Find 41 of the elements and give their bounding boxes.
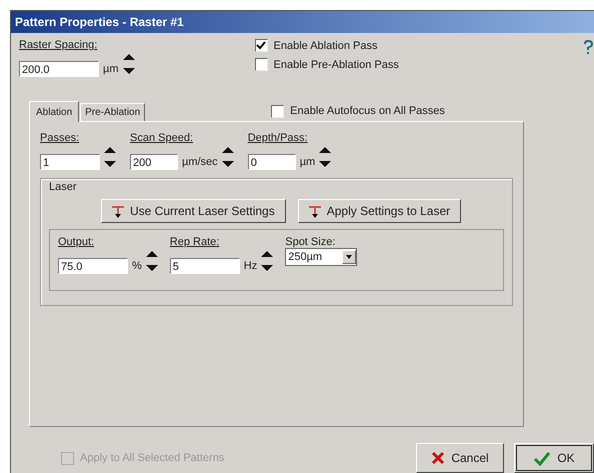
field-label: Raster Spacing: (19, 39, 98, 51)
input-field[interactable]: 75.0 (58, 258, 128, 274)
input-field[interactable]: 1 (40, 154, 100, 170)
field-label: Depth/Pass: (248, 132, 308, 144)
checkbox-label: Enable Pre-Ablation Pass (274, 58, 399, 70)
checkbox[interactable] (254, 58, 268, 71)
group-title: Laser (49, 180, 78, 193)
dropdown-value: 250µm (288, 250, 322, 263)
cancel-button[interactable]: Cancel (416, 443, 504, 473)
checkmark-icon (533, 450, 552, 466)
arrow-icon (308, 204, 321, 218)
laser-settings-button[interactable]: Apply Settings to Laser (298, 198, 462, 223)
checkbox-label: Enable Ablation Pass (274, 40, 378, 52)
field-label: Output: (58, 236, 94, 248)
arrow-icon (112, 204, 124, 218)
unit-label: µm (103, 63, 119, 77)
input-field[interactable]: 0 (248, 154, 296, 170)
laser-settings-button[interactable]: Use Current Laser Settings (101, 198, 286, 223)
unit-label: µm (300, 156, 316, 170)
unit-label: Hz (244, 260, 258, 274)
tab[interactable]: Pre-Ablation (80, 102, 146, 121)
field-label: Rep Rate: (170, 236, 220, 248)
input-field[interactable]: 200.0 (19, 61, 99, 77)
spinner-arrows-icon[interactable] (122, 51, 135, 77)
tab[interactable]: Ablation (29, 100, 80, 122)
ok-button[interactable]: OK (514, 443, 594, 473)
field-label: Scan Speed: (130, 132, 193, 144)
window-title: Pattern Properties - Raster #1 (11, 11, 594, 33)
checkbox-label: Enable Autofocus on All Passes (290, 105, 445, 118)
cross-icon (431, 451, 446, 465)
dropdown[interactable]: 250µm (285, 248, 358, 266)
unit-label: % (132, 260, 142, 274)
checkbox[interactable] (254, 39, 268, 52)
field-label: Passes: (40, 132, 80, 144)
help-icon[interactable] (582, 39, 594, 55)
unit-label: µm/sec (182, 156, 218, 170)
input-field[interactable]: 200 (130, 154, 178, 170)
input-field[interactable]: 5 (170, 258, 240, 274)
field-label: Spot Size: (285, 236, 336, 248)
checkbox-label: Apply to All Selected Patterns (80, 452, 224, 464)
checkbox[interactable] (271, 104, 284, 118)
